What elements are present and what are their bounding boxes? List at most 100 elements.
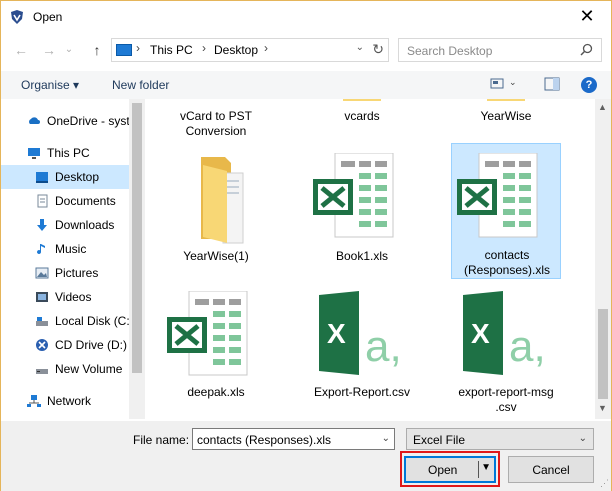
excel-file-icon [457,153,538,238]
file-name: YearWise(1) [183,249,249,263]
cloud-icon [29,117,40,124]
sidebar-item-label: Videos [55,290,92,304]
documents-icon [37,194,48,208]
music-icon [37,244,45,255]
pictures-icon [35,267,49,279]
search-box[interactable]: Search Desktop [398,38,602,62]
file-name: vCard to PST Conversion [179,109,253,138]
organise-menu[interactable]: Organise ▾ [21,78,79,92]
computer-icon [28,148,40,159]
open-dialog: Open ✕ ← → ⌄ ↑ › This PC › Desktop › ⌄ ↻… [0,0,612,491]
window-title: Open [33,10,63,24]
cancel-button-label: Cancel [532,463,570,477]
title-bar: Open ✕ [1,1,611,33]
downloads-icon [37,219,47,231]
sidebar-item-label: Downloads [55,218,115,232]
file-item[interactable]: deepak.xls [161,285,271,419]
sidebar-item-documents[interactable]: Documents [1,189,129,213]
file-name: Export-Report.csv [313,385,411,399]
command-toolbar: Organise ▾ New folder ⌄ ? [1,71,611,99]
sidebar-item-videos[interactable]: Videos [1,285,129,309]
svg-text:a,: a, [365,322,402,371]
scroll-thumb[interactable] [598,309,608,399]
sidebar-item-cd-drive[interactable]: CD Drive (D:) [1,333,129,357]
videos-icon [36,292,48,302]
file-name-label: File name: [133,433,190,447]
app-shield-icon [11,10,23,24]
resize-grip-icon[interactable]: ⋰ [600,478,609,489]
sidebar-item-music[interactable]: Music [1,237,129,261]
scroll-down-icon[interactable]: ▼ [598,403,607,413]
recent-locations-icon[interactable]: ⌄ [63,40,75,60]
preview-pane-icon[interactable] [544,77,560,91]
sidebar-item-label: Music [55,242,87,256]
sidebar-item-label: OneDrive - syst [47,114,130,128]
address-dropdown-icon[interactable]: ⌄ [356,42,364,53]
network-icon [27,395,41,407]
up-arrow-icon[interactable]: ↑ [87,40,107,60]
sidebar-item-onedrive[interactable]: OneDrive - syst [1,109,130,133]
file-item[interactable]: X a, Export-Report.csv [307,285,417,419]
sidebar-item-desktop[interactable]: Desktop [1,165,129,189]
sidebar-item-local-disk[interactable]: Local Disk (C: [1,309,130,333]
file-list-scrollbar[interactable]: ▲ ▼ [595,99,611,419]
breadcrumb-chevron-icon: › [264,41,268,55]
back-arrow-icon[interactable]: ← [11,40,31,60]
excel-file-icon [167,291,248,376]
open-options-dropdown-icon[interactable]: ▼ [481,462,491,473]
view-options-icon[interactable] [490,77,506,91]
file-name: Book1.xls [335,249,389,263]
computer-icon [116,44,132,56]
refresh-icon[interactable]: ↻ [372,41,384,58]
sidebar-item-label: Local Disk (C: [55,314,130,328]
file-item-selected[interactable]: contacts (Responses).xls [451,143,561,279]
svg-text:X: X [471,318,490,349]
breadcrumb-chevron-icon: › [136,41,140,55]
help-icon[interactable]: ? [581,77,597,93]
file-type-select[interactable]: Excel File ⌄ [406,428,594,450]
sidebar-item-label: Documents [55,194,116,208]
sidebar-item-this-pc[interactable]: This PC [1,141,129,165]
csv-file-icon: X a, [463,291,546,375]
sidebar-item-network[interactable]: Network [1,389,129,413]
file-item[interactable]: YearWise(1) [161,145,271,281]
sidebar-item-label: Desktop [55,170,100,184]
scroll-up-icon[interactable]: ▲ [598,102,607,112]
open-button[interactable]: Open ▼ [404,456,496,483]
view-dropdown-icon[interactable]: ⌄ [509,77,517,88]
forward-arrow-icon[interactable]: → [39,40,59,60]
cd-drive-icon [36,339,48,351]
chevron-down-icon[interactable]: ⌄ [579,433,587,444]
drive-icon [36,369,48,374]
close-icon[interactable]: ✕ [573,3,601,29]
breadcrumb-this-pc[interactable]: This PC [150,43,193,57]
sidebar-item-label: CD Drive (D:) [55,338,127,352]
folder-icon [201,157,244,244]
sidebar-item-downloads[interactable]: Downloads [1,213,129,237]
new-folder-button[interactable]: New folder [112,78,169,92]
sidebar-scrollbar[interactable] [129,99,145,419]
sidebar-item-label: This PC [47,146,90,160]
file-name: contacts (Responses).xls [463,248,551,277]
file-name-field[interactable]: contacts (Responses).xls ⌄ [192,428,395,450]
svg-text:X: X [327,318,346,349]
sidebar-item-label: Network [47,394,92,408]
csv-file-icon: X a, [319,291,402,375]
sidebar-item-pictures[interactable]: Pictures [1,261,129,285]
cancel-button[interactable]: Cancel [508,456,594,483]
open-button-label: Open [428,463,458,477]
navigation-pane: OneDrive - syst This PC Desktop Document… [1,99,132,419]
drive-icon [36,317,48,326]
excel-file-icon [313,153,394,238]
split-divider [478,461,479,478]
file-item[interactable]: Book1.xls [307,145,417,281]
file-item[interactable]: X a, export-report-msg .csv [451,285,561,419]
sidebar-item-new-volume[interactable]: New Volume [1,357,129,381]
search-icon[interactable] [580,43,593,56]
folder-icon [343,99,381,101]
address-bar[interactable]: › This PC › Desktop › ⌄ ↻ [111,38,389,62]
breadcrumb-desktop[interactable]: Desktop [214,43,258,57]
scroll-thumb[interactable] [132,103,142,373]
chevron-down-icon[interactable]: ⌄ [382,433,390,444]
sidebar-item-label: Pictures [55,266,99,280]
